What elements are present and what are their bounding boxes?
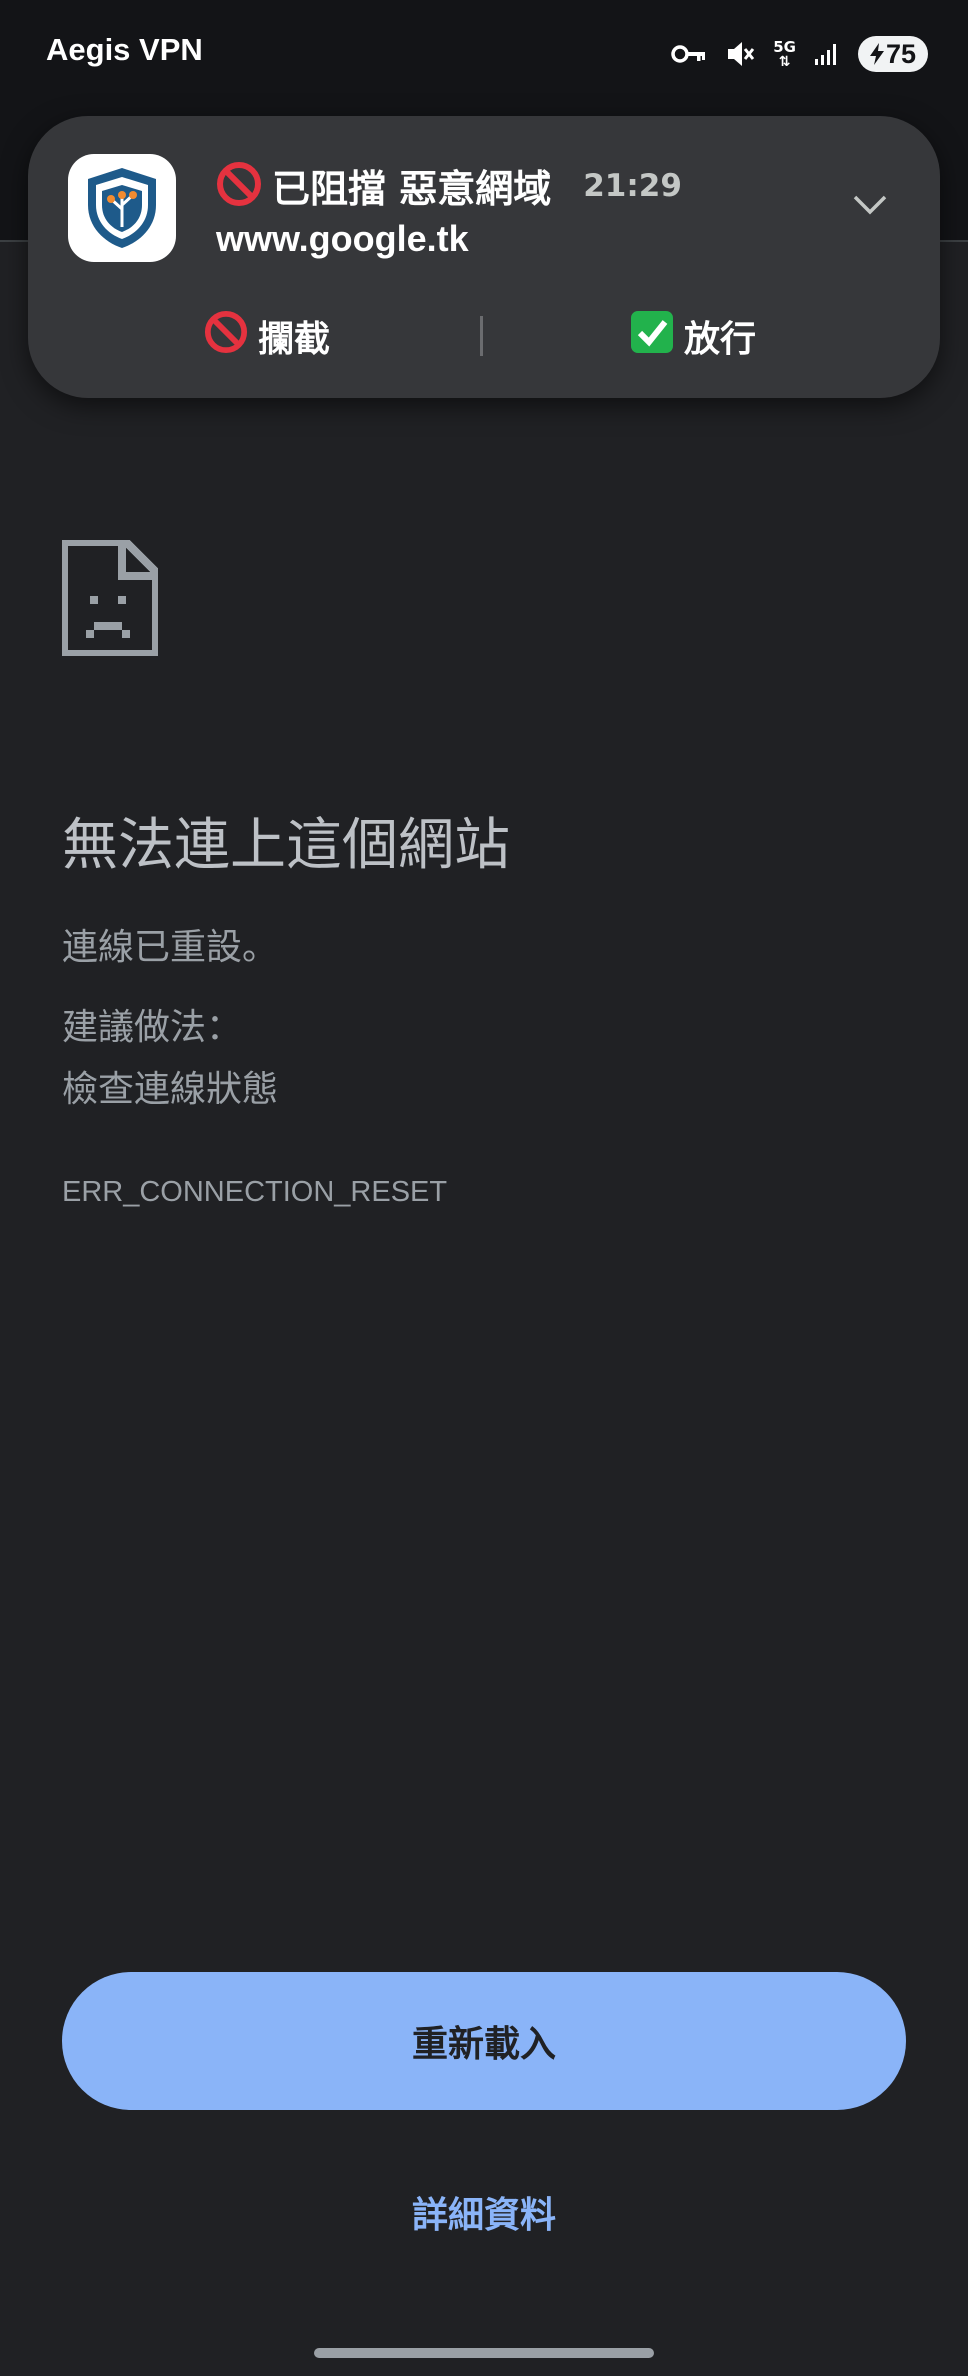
gesture-home-bar[interactable]	[314, 2348, 654, 2358]
sad-page-icon	[60, 538, 160, 660]
status-bar: Aegis VPN 5G ⇅ 75	[0, 0, 968, 108]
error-code: ERR_CONNECTION_RESET	[62, 1176, 448, 1208]
status-bar-app-name: Aegis VPN	[46, 32, 203, 67]
blocked-domain-notification[interactable]: 已阻擋 惡意網域 21:29 www.google.tk 攔截 放行	[28, 116, 940, 398]
notification-actions: 攔截 放行	[28, 296, 940, 376]
charging-bolt-icon	[869, 43, 884, 65]
error-title: 無法連上這個網站	[62, 813, 510, 878]
battery-indicator: 75	[858, 36, 928, 72]
suggestion-item: 檢查連線狀態	[62, 1069, 279, 1110]
network-5g-icon: 5G ⇅	[773, 37, 796, 70]
aegis-app-icon	[68, 154, 176, 262]
reload-button[interactable]: 重新載入	[62, 1972, 906, 2110]
battery-level: 75	[885, 38, 917, 69]
network-label: 5G	[773, 37, 796, 56]
notification-time: 21:29	[583, 167, 682, 204]
notification-header: 已阻擋 惡意網域 21:29	[216, 158, 682, 213]
error-message: 連線已重設。	[62, 927, 279, 968]
blocked-domain: www.google.tk	[216, 218, 469, 259]
block-button[interactable]: 攔截	[204, 296, 330, 376]
action-divider	[480, 316, 483, 356]
mute-icon	[725, 39, 755, 69]
prohibited-icon	[204, 310, 248, 363]
notification-title: 已阻擋 惡意網域	[272, 167, 552, 211]
data-arrows-icon: ⇅	[778, 53, 791, 70]
details-link[interactable]: 詳細資料	[0, 2186, 968, 2238]
suggestion-heading: 建議做法：	[62, 1007, 243, 1048]
check-mark-icon	[630, 310, 674, 363]
prohibited-icon	[216, 161, 262, 211]
signal-icon	[814, 42, 840, 66]
status-bar-icons: 5G ⇅ 75	[671, 32, 928, 76]
block-button-label: 攔截	[258, 319, 331, 360]
allow-button[interactable]: 放行	[630, 296, 756, 376]
chevron-down-icon[interactable]	[852, 194, 888, 220]
vpn-key-icon	[671, 43, 707, 65]
allow-button-label: 放行	[684, 319, 757, 360]
